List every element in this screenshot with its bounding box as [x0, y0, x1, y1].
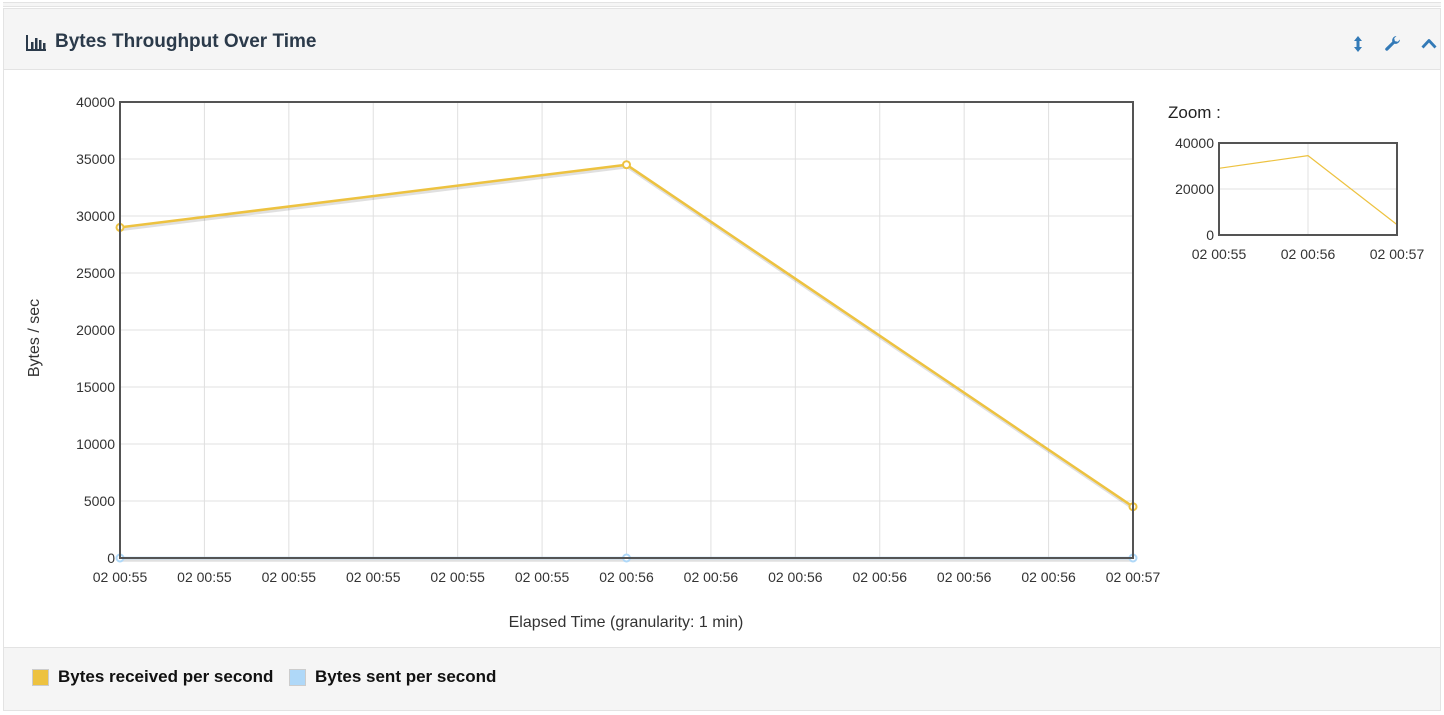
- main-chart[interactable]: 0 5000 10000 15000 20000 25000 30000 35000 40000…: [26, 94, 1160, 631]
- y-tick-label: 0: [107, 550, 115, 566]
- legend-label-sent: Bytes sent per second: [315, 667, 497, 686]
- x-tick-label: 02 00:56: [768, 569, 823, 585]
- series-shadow: [120, 164, 1135, 511]
- legend-item-sent[interactable]: Bytes sent per second: [289, 667, 496, 687]
- y-tick-label: 25000: [76, 265, 115, 281]
- x-tick-label: 02 00:56: [684, 569, 739, 585]
- y-tick-label: 40000: [76, 94, 115, 110]
- y-tick-label: 10000: [76, 436, 115, 452]
- wrench-icon[interactable]: [1384, 35, 1402, 53]
- legend-swatch-sent: [289, 668, 306, 686]
- panel-heading: Bytes Throughput Over Time: [4, 9, 1440, 70]
- bar-chart-icon: [26, 35, 46, 51]
- legend-label-received: Bytes received per second: [58, 667, 274, 686]
- x-tick-label: 02 00:56: [599, 569, 654, 585]
- legend-item-received[interactable]: Bytes received per second: [32, 667, 273, 687]
- zoom-y-axis: 0 20000 40000: [1175, 135, 1214, 243]
- x-tick-label: 02 00:55: [515, 569, 570, 585]
- zoom-chart[interactable]: 0 20000 40000 02 00:55 02 00:56 02 00:57: [1175, 135, 1424, 262]
- zoom-grid: [1218, 142, 1398, 236]
- zoom-label: Zoom :: [1168, 103, 1221, 122]
- panel-title: Bytes Throughput Over Time: [55, 31, 317, 52]
- y-tick-label: 40000: [1175, 135, 1214, 151]
- point-received[interactable]: [622, 160, 631, 170]
- x-axis-label: Elapsed Time (granularity: 1 min): [509, 614, 744, 631]
- main-grid: [119, 101, 1134, 559]
- x-tick-label: 02 00:56: [1021, 569, 1076, 585]
- x-tick-label: 02 00:56: [1281, 246, 1336, 262]
- main-x-axis: 02 00:55 02 00:55 02 00:55 02 00:55 02 00:55…: [93, 569, 1161, 585]
- chart-area: 0 5000 10000 15000 20000 25000 30000 35000 40000…: [26, 94, 1424, 631]
- throughput-panel: Bytes Throughput Over Time 0 5000 10000 150…: [3, 8, 1441, 711]
- panel-top-border: [3, 2, 1441, 7]
- y-axis-label: Bytes / sec: [26, 299, 43, 377]
- x-tick-label: 02 00:55: [430, 569, 485, 585]
- x-tick-label: 02 00:55: [346, 569, 401, 585]
- x-tick-label: 02 00:57: [1106, 569, 1161, 585]
- y-tick-label: 30000: [76, 208, 115, 224]
- legend-swatch-received: [32, 668, 49, 686]
- legend: Bytes received per second Bytes sent per…: [4, 647, 1440, 710]
- y-tick-label: 15000: [76, 379, 115, 395]
- x-tick-label: 02 00:55: [1192, 246, 1247, 262]
- x-tick-label: 02 00:56: [853, 569, 908, 585]
- main-y-axis: 0 5000 10000 15000 20000 25000 30000 35000 40000: [76, 94, 115, 566]
- x-tick-label: 02 00:57: [1370, 246, 1425, 262]
- chevron-up-icon[interactable]: [1420, 35, 1438, 53]
- y-tick-label: 35000: [76, 151, 115, 167]
- x-tick-label: 02 00:56: [937, 569, 992, 585]
- x-tick-label: 02 00:55: [177, 569, 232, 585]
- y-tick-label: 20000: [1175, 181, 1214, 197]
- x-tick-label: 02 00:55: [93, 569, 148, 585]
- y-tick-label: 0: [1206, 227, 1214, 243]
- zoom-x-axis: 02 00:55 02 00:56 02 00:57: [1192, 246, 1425, 262]
- vertical-resize-icon[interactable]: [1349, 35, 1367, 53]
- y-tick-label: 5000: [84, 493, 115, 509]
- x-tick-label: 02 00:55: [262, 569, 317, 585]
- y-tick-label: 20000: [76, 322, 115, 338]
